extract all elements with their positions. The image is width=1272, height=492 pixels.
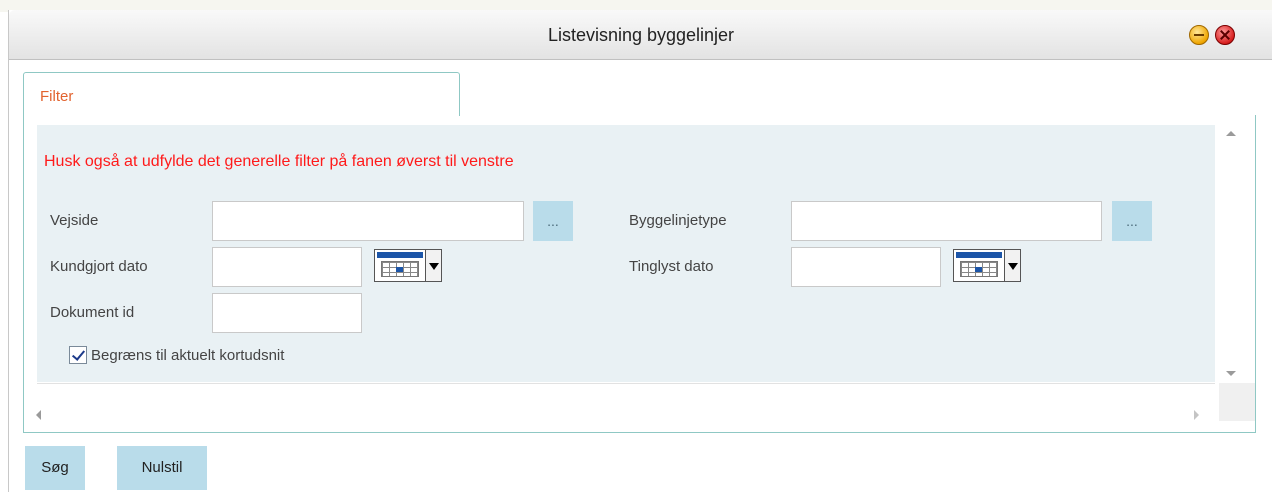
chevron-down-icon (1005, 249, 1021, 282)
tinglyst-dato-input[interactable] (791, 247, 941, 287)
reset-button[interactable]: Nulstil (117, 446, 207, 490)
horizontal-scrollbar[interactable] (37, 383, 1215, 421)
title-bar[interactable]: Listevisning byggelinjer (9, 10, 1272, 60)
dialog-window: Listevisning byggelinjer Filter Husk ogs… (8, 10, 1272, 492)
tinglyst-calendar-icon[interactable] (953, 249, 1021, 282)
filter-panel: Husk også at udfylde det generelle filte… (23, 115, 1256, 433)
tab-filter-label: Filter (40, 88, 74, 105)
minimize-icon[interactable] (1189, 25, 1209, 45)
vertical-scrollbar[interactable] (1215, 125, 1255, 382)
scroll-corner (1219, 383, 1255, 421)
dokument-id-input[interactable] (212, 293, 362, 333)
search-button[interactable]: Søg (25, 446, 85, 490)
tinglyst-dato-label: Tinglyst dato (629, 258, 714, 275)
byggelinjetype-lookup-button[interactable]: ... (1112, 201, 1152, 241)
byggelinjetype-label: Byggelinjetype (629, 212, 727, 229)
vejside-lookup-button[interactable]: ... (533, 201, 573, 241)
begraens-label: Begræns til aktuelt kortudsnit (91, 347, 285, 364)
scroll-right-icon[interactable] (1194, 410, 1199, 420)
kundgjort-dato-label: Kundgjort dato (50, 258, 148, 275)
dokument-id-label: Dokument id (50, 304, 135, 321)
begraens-checkbox[interactable] (69, 346, 87, 364)
vejside-input[interactable] (212, 201, 524, 241)
scroll-up-icon[interactable] (1226, 131, 1236, 136)
vejside-label: Vejside (50, 212, 99, 229)
window-title: Listevisning byggelinjer (547, 25, 735, 45)
kundgjort-calendar-icon[interactable] (374, 249, 442, 282)
chevron-down-icon (426, 249, 442, 282)
close-icon[interactable] (1215, 25, 1235, 45)
scroll-left-icon[interactable] (36, 410, 41, 420)
kundgjort-dato-input[interactable] (212, 247, 362, 287)
scroll-down-icon[interactable] (1226, 371, 1236, 376)
tab-filter[interactable]: Filter (23, 72, 460, 116)
filter-warning: Husk også at udfylde det generelle filte… (44, 153, 514, 170)
filter-content: Husk også at udfylde det generelle filte… (37, 125, 1215, 382)
byggelinjetype-input[interactable] (791, 201, 1102, 241)
